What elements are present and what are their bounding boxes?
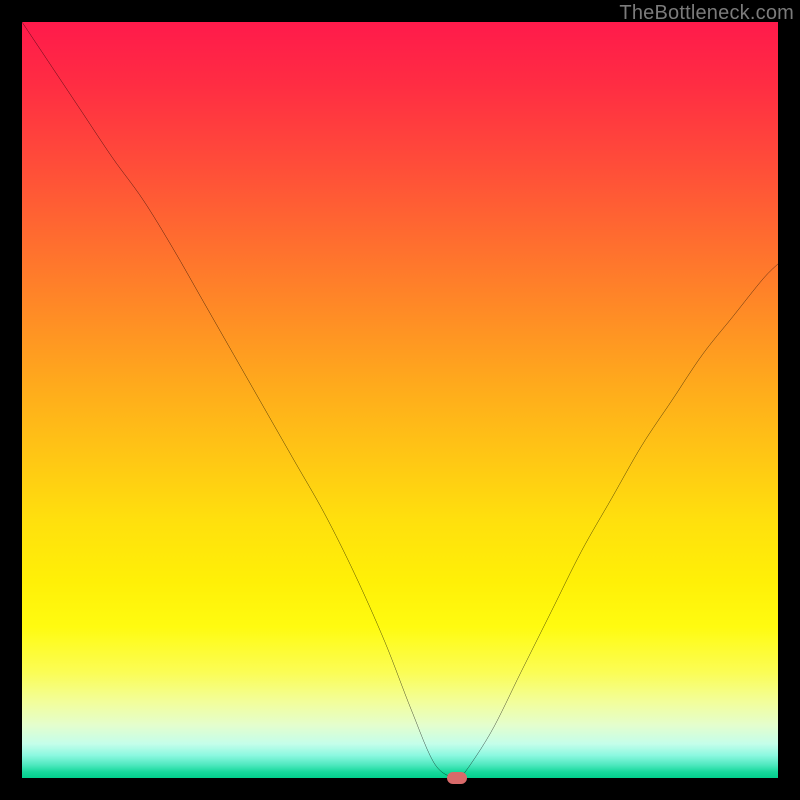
plot-area <box>22 22 778 778</box>
optimal-point-marker <box>447 772 467 784</box>
chart-stage: TheBottleneck.com <box>0 0 800 800</box>
bottleneck-curve <box>22 22 778 778</box>
curve-path <box>22 22 778 778</box>
